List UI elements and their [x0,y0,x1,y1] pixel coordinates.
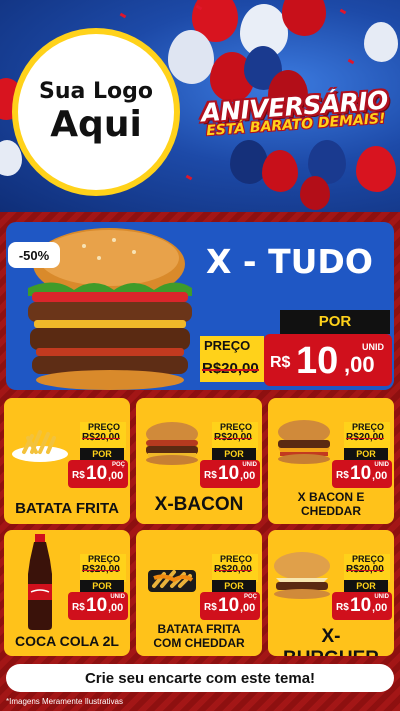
card-price-box: R$ 10,00 UNID [200,460,260,488]
card-price-box: R$ 10,00 POÇ [68,460,128,488]
card-unit: UNID [110,594,125,600]
card-old-price: R$20,00 [214,432,252,443]
card-price-dec: ,00 [240,470,256,482]
card-price-int: 10 [350,595,372,616]
balloon-decoration [364,22,398,62]
card-old-price: R$20,00 [346,564,384,575]
card-unit: POÇ [243,594,257,600]
balloon-decoration [300,176,330,210]
card-product-name: X-BACON [154,494,244,515]
product-card: PREÇOR$20,00 POR R$10,00 UNID COCA COLA 2L [4,530,130,656]
card-product-name: BATATA FRITA COM CHEDDAR [153,622,245,650]
card-unit: UNID [242,462,257,468]
card-por-label: POR [212,448,256,460]
balloon-decoration [356,146,396,192]
cheddar-burger-image [278,420,330,464]
card-price-int: 10 [86,463,108,484]
featured-price-int: 10 [296,340,339,382]
card-currency: R$ [72,470,85,481]
card-old-price: R$20,00 [214,564,252,575]
featured-price-dec: ,00 [344,352,375,377]
card-por-label: POR [344,448,388,460]
product-card: PREÇOR$20,00 POR R$10,00 UNID X-BURGUER [268,530,394,656]
featured-old-price: R$20,00 [202,360,259,377]
card-por-label: POR [80,580,124,592]
card-currency: R$ [72,602,85,613]
card-por-label: POR [212,580,256,592]
card-price-box: R$ 10,00 UNID [332,460,392,488]
card-old-price: R$20,00 [82,564,120,575]
cheeseburger-image [274,552,330,599]
confetti-decoration [185,174,193,181]
confetti-decoration [119,12,127,19]
header-banner: Sua Logo Aqui ANIVERSÁRIO ESTÁ BARATO DE… [0,0,400,212]
product-card: PREÇOR$20,00 POR R$10,00 UNID X-BACON [136,398,262,524]
card-price-box: R$ 10,00 POÇ [200,592,260,620]
disclaimer-text: *Imagens Meramente Ilustrativas [6,697,123,706]
logo-placeholder: Sua Logo Aqui [12,28,180,196]
cola-bottle-image [28,534,52,630]
confetti-decoration [339,8,347,15]
balloon-decoration [262,150,298,192]
featured-por-label: POR [280,310,390,334]
balloon-decoration [168,30,214,84]
card-price-label: PREÇO [87,422,120,432]
confetti-decoration [347,58,355,65]
card-currency: R$ [336,602,349,613]
featured-currency: R$ [270,354,291,371]
card-currency: R$ [336,470,349,481]
card-price-label: PREÇO [351,422,384,432]
card-price-dec: ,00 [372,602,388,614]
fries-cheddar-image [148,570,196,592]
logo-line2: Aqui [50,104,142,145]
card-unit: POÇ [111,462,125,468]
product-card: PREÇOR$20,00 POR R$10,00 UNID X BACON E CHED… [268,398,394,524]
card-old-price: R$20,00 [82,432,120,443]
card-price-dec: ,00 [372,470,388,482]
card-product-name: COCA COLA 2L [15,633,119,649]
featured-product-name: X - TUDO [206,242,373,281]
featured-unit: UNID [362,342,384,352]
discount-badge: -50% [8,242,60,268]
cta-bar[interactable]: Crie seu encarte com este tema! [6,664,394,692]
card-old-price: R$20,00 [346,432,384,443]
card-price-label: PREÇO [351,554,384,564]
bacon-burger-image [146,422,198,465]
logo-line1: Sua Logo [38,79,153,104]
card-por-label: POR [80,448,124,460]
card-currency: R$ [204,470,217,481]
card-price-label: PREÇO [219,554,252,564]
card-price-dec: ,00 [108,602,124,614]
card-price-int: 10 [350,463,372,484]
card-product-name: X BACON E CHEDDAR [297,490,365,518]
card-unit: UNID [374,462,389,468]
card-currency: R$ [204,602,217,613]
card-price-dec: ,00 [108,470,124,482]
card-price-box: R$ 10,00 UNID [68,592,128,620]
product-card: PREÇOR$20,00 POR R$10,00 POÇ BATATA FRITA [4,398,130,524]
card-price-int: 10 [218,463,240,484]
card-unit: UNID [374,594,389,600]
card-price-int: 10 [86,595,108,616]
product-card: PREÇOR$20,00 POR R$10,00 POÇ BATATA FRITA CO… [136,530,262,656]
card-price-label: PREÇO [219,422,252,432]
card-price-label: PREÇO [87,554,120,564]
card-product-name: BATATA FRITA [15,500,119,517]
card-por-label: POR [344,580,388,592]
featured-price-label: PREÇO [204,338,251,353]
card-price-dec: ,00 [240,602,256,614]
fries-image [12,430,68,462]
balloon-decoration [282,0,326,36]
card-price-int: 10 [218,595,240,616]
featured-price-box: R$ 10 ,00 UNID [264,334,392,386]
card-product-name: X-BURGUER [283,626,379,656]
card-price-box: R$ 10,00 UNID [332,592,392,620]
